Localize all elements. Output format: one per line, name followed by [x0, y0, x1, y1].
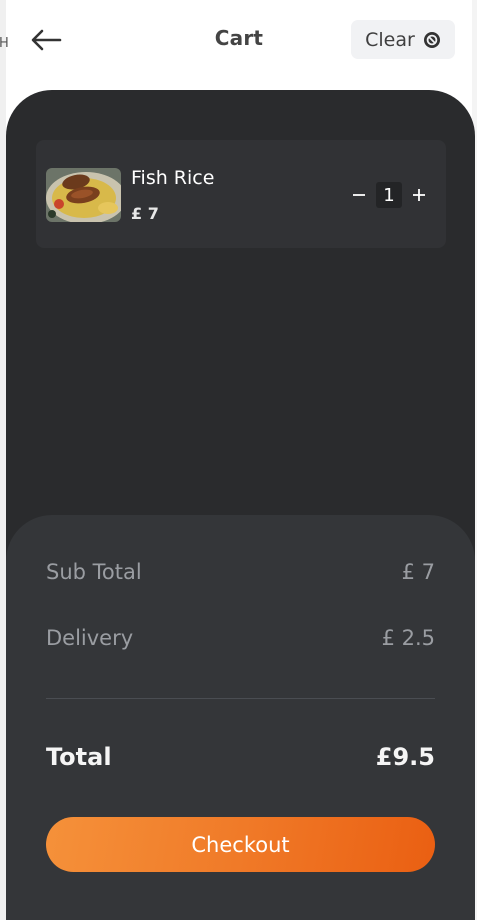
checkout-button[interactable]: Checkout	[46, 817, 435, 872]
clear-label: Clear	[365, 28, 415, 51]
total-label: Total	[46, 743, 112, 771]
increase-quantity-button[interactable]	[406, 180, 432, 210]
delivery-label: Delivery	[46, 626, 134, 650]
quantity-value: 1	[376, 182, 402, 208]
decrease-quantity-button[interactable]	[346, 180, 372, 210]
quantity-stepper: 1	[346, 180, 432, 210]
delivery-row: Delivery £ 2.5	[46, 626, 435, 650]
minus-icon	[353, 194, 365, 196]
subtotal-value: £ 7	[401, 560, 435, 584]
cart-header: Cart Clear	[6, 0, 472, 80]
fish-rice-thumbnail	[46, 168, 121, 222]
ban-circle-icon	[423, 31, 441, 49]
summary-divider	[46, 698, 435, 699]
total-value: £9.5	[375, 743, 435, 771]
cart-item: Fish Rice £ 7 1	[36, 140, 446, 248]
order-summary: Sub Total £ 7 Delivery £ 2.5 Total £9.5 …	[6, 515, 475, 920]
delivery-value: £ 2.5	[381, 626, 435, 650]
plus-icon	[413, 189, 425, 201]
item-price: £ 7	[131, 204, 159, 223]
subtotal-label: Sub Total	[46, 560, 142, 584]
clear-cart-button[interactable]: Clear	[351, 20, 455, 59]
subtotal-row: Sub Total £ 7	[46, 560, 435, 584]
item-name: Fish Rice	[131, 167, 215, 189]
total-row: Total £9.5	[46, 743, 435, 771]
